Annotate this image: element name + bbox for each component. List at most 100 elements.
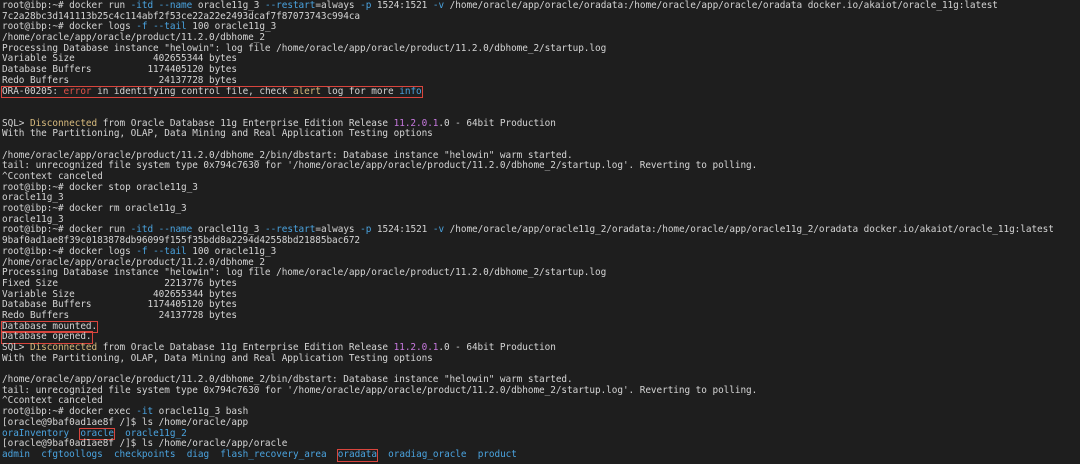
- terminal-text-segment: ^Ccontext canceled: [2, 395, 103, 406]
- terminal-line: tail: unrecognized file system type 0x79…: [0, 386, 1080, 397]
- terminal-text-segment: .0 - 64bit Production: [438, 342, 555, 353]
- terminal-text-segment: Disconnected: [30, 118, 97, 129]
- terminal-text-segment: Database mounted.: [2, 321, 97, 332]
- terminal-text-segment: [103, 449, 114, 460]
- terminal-text-segment: error: [64, 86, 92, 97]
- terminal-text-segment: oracle11g_3: [2, 214, 64, 225]
- terminal-text-segment: =always: [315, 0, 360, 11]
- terminal-text-segment: [69, 428, 80, 439]
- terminal-text-segment: info: [399, 86, 421, 97]
- terminal-text-segment: Processing Database instance "helowin": …: [2, 267, 606, 278]
- terminal-text-segment: /home/oracle/app/oracle/product/11.2.0/d…: [2, 257, 265, 268]
- terminal-text-segment: =always: [315, 224, 360, 235]
- terminal-text-segment: [377, 449, 388, 460]
- terminal-text-segment: -p: [360, 224, 371, 235]
- terminal-text-segment: [209, 449, 220, 460]
- terminal-line: ORA-00205: error in identifying control …: [0, 87, 1080, 98]
- terminal-text-segment: -p: [360, 0, 371, 11]
- terminal-text-segment: [327, 449, 338, 460]
- terminal-text-segment: --name: [159, 0, 193, 11]
- terminal-text-segment: Variable Size 402655344 bytes: [2, 53, 237, 64]
- terminal-text-segment: oraInventory: [2, 428, 69, 439]
- terminal-text-segment: checkpoints: [114, 449, 176, 460]
- terminal-text-segment: --restart: [265, 224, 315, 235]
- terminal-text-segment: root@ibp:~# docker exec: [2, 406, 136, 417]
- terminal-line: With the Partitioning, OLAP, Data Mining…: [0, 354, 1080, 365]
- terminal-text-segment: in identifying control file, check: [92, 86, 293, 97]
- highlighted-directory: oradata: [338, 450, 377, 461]
- terminal-text-segment: Redo Buffers 24137728 bytes: [2, 75, 237, 86]
- terminal-text-segment: .0 - 64bit Production: [438, 118, 555, 129]
- terminal-text-segment: Database Buffers 1174405120 bytes: [2, 299, 237, 310]
- terminal-text-segment: root@ibp:~# docker stop oracle11g_3: [2, 182, 198, 193]
- terminal-text-segment: tail: unrecognized file system type 0x79…: [2, 160, 757, 171]
- terminal-text-segment: product: [478, 449, 517, 460]
- terminal-text-segment: -itd: [131, 0, 153, 11]
- terminal-text-segment: [175, 449, 186, 460]
- terminal-line: Database mounted.: [0, 322, 1080, 333]
- terminal-text-segment: With the Partitioning, OLAP, Data Mining…: [2, 353, 433, 364]
- terminal-text-segment: -it: [136, 406, 153, 417]
- terminal-output[interactable]: root@ibp:~# docker run -itd --name oracl…: [0, 0, 1080, 464]
- terminal-text-segment: -itd: [131, 224, 153, 235]
- terminal-text-segment: 1524:1521: [371, 0, 433, 11]
- terminal-line: admin cfgtoollogs checkpoints diag flash…: [0, 450, 1080, 461]
- terminal-text-segment: Database opened.: [2, 331, 92, 342]
- terminal-text-segment: root@ibp:~# docker logs: [2, 21, 136, 32]
- terminal-text-segment: With the Partitioning, OLAP, Data Mining…: [2, 128, 433, 139]
- terminal-line: root@ibp:~# docker stop oracle11g_3: [0, 183, 1080, 194]
- terminal-text-segment: --restart: [265, 0, 315, 11]
- terminal-text-segment: /home/oracle/app/oracle/product/11.2.0/d…: [2, 374, 573, 385]
- terminal-text-segment: /home/oracle/app/oracle/oradata:/home/or…: [444, 0, 998, 11]
- terminal-text-segment: -v: [433, 0, 444, 11]
- terminal-text-segment: oracle11g_3: [192, 0, 265, 11]
- terminal-text-segment: Database Buffers 1174405120 bytes: [2, 64, 237, 75]
- terminal-text-segment: oracle11g_3: [2, 192, 64, 203]
- terminal-text-segment: --tail: [153, 21, 187, 32]
- terminal-text-segment: oracle11g_3: [192, 224, 265, 235]
- terminal-text-segment: root@ibp:~# docker run: [2, 224, 131, 235]
- terminal-text-segment: Variable Size 402655344 bytes: [2, 289, 237, 300]
- terminal-text-segment: admin: [2, 449, 30, 460]
- terminal-text-segment: ^Ccontext canceled: [2, 171, 103, 182]
- terminal-text-segment: [oracle@9baf0ad1ae8f /]$ ls /home/oracle…: [2, 438, 287, 449]
- terminal-text-segment: log for more: [321, 86, 399, 97]
- terminal-text-segment: flash_recovery_area: [220, 449, 326, 460]
- terminal-text-segment: root@ibp:~# docker logs: [2, 246, 136, 257]
- terminal-line: root@ibp:~# docker rm oracle11g_3: [0, 204, 1080, 215]
- terminal-text-segment: /home/oracle/app/oracle/product/11.2.0/d…: [2, 150, 573, 161]
- terminal-text-segment: Fixed Size 2213776 bytes: [2, 278, 237, 289]
- terminal-text-segment: /home/oracle/app/oracle11g_2/oradata:/ho…: [444, 224, 1054, 235]
- terminal-text-segment: 11.2.0.1: [394, 118, 439, 129]
- terminal-text-segment: 1524:1521: [371, 224, 433, 235]
- terminal-text-segment: 9baf0ad1ae8f39c0183878db96099f155f35bdd8…: [2, 235, 360, 246]
- terminal-text-segment: -f: [136, 246, 147, 257]
- terminal-text-segment: -f: [136, 21, 147, 32]
- terminal-text-segment: from Oracle Database 11g Enterprise Edit…: [97, 118, 394, 129]
- terminal-text-segment: SQL>: [2, 342, 30, 353]
- terminal-text-segment: [114, 428, 125, 439]
- terminal-text-segment: oracle11g_3 bash: [153, 406, 248, 417]
- terminal-text-segment: [oracle@9baf0ad1ae8f /]$ ls /home/oracle…: [2, 417, 248, 428]
- terminal-text-segment: [466, 449, 477, 460]
- terminal-text-segment: root@ibp:~# docker rm oracle11g_3: [2, 203, 187, 214]
- terminal-text-segment: --name: [159, 224, 193, 235]
- terminal-text-segment: -v: [433, 224, 444, 235]
- terminal-line: [0, 97, 1080, 108]
- terminal-text-segment: oradiag_oracle: [388, 449, 466, 460]
- terminal-text-segment: tail: unrecognized file system type 0x79…: [2, 385, 757, 396]
- terminal-text-segment: root@ibp:~# docker run: [2, 0, 131, 11]
- terminal-line: Redo Buffers 24137728 bytes: [0, 311, 1080, 322]
- terminal-text-segment: 100 oracle11g_3: [187, 21, 277, 32]
- terminal-text-segment: [30, 449, 41, 460]
- terminal-text-segment: diag: [187, 449, 209, 460]
- terminal-text-segment: SQL>: [2, 118, 30, 129]
- highlighted-output: ORA-00205: error in identifying control …: [2, 87, 422, 98]
- terminal-text-segment: 11.2.0.1: [394, 342, 439, 353]
- terminal-text-segment: alert: [293, 86, 321, 97]
- terminal-text-segment: 7c2a28bc3d141113b25c4c114abf2f53ce22a22e…: [2, 11, 360, 22]
- terminal-text-segment: Disconnected: [30, 342, 97, 353]
- terminal-text-segment: oracle11g_2: [125, 428, 187, 439]
- terminal-text-segment: /home/oracle/app/oracle/product/11.2.0/d…: [2, 32, 265, 43]
- terminal-text-segment: Redo Buffers 24137728 bytes: [2, 310, 237, 321]
